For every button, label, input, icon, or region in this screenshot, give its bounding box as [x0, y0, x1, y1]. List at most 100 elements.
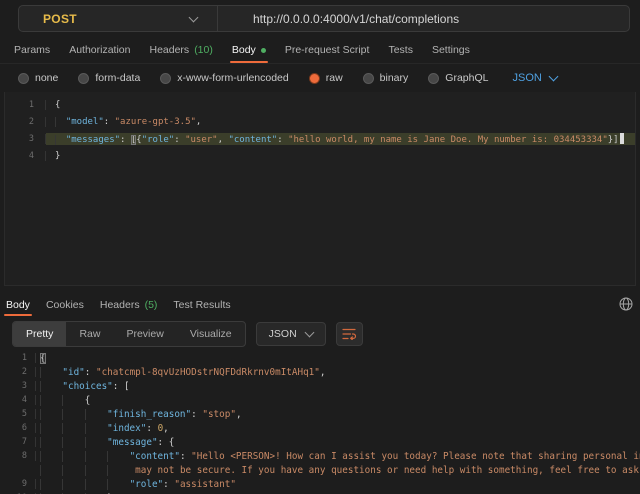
body-type-x-www-form-urlencoded[interactable]: x-www-form-urlencoded [160, 72, 288, 84]
radio-label: raw [326, 72, 343, 84]
code-line[interactable]: may not be secure. If you have any quest… [0, 463, 640, 477]
response-tabs: Body Cookies Headers (5) Test Results [0, 293, 610, 316]
code-text: "index": 0, [36, 423, 640, 434]
response-tab-cookies[interactable]: Cookies [46, 293, 84, 316]
line-number: 3 [5, 134, 46, 144]
code-line[interactable]: 6 "index": 0, [0, 421, 640, 435]
body-type-none[interactable]: none [18, 72, 58, 84]
tab-label: Headers [100, 299, 140, 311]
response-tab-body[interactable]: Body [6, 293, 30, 316]
line-number: 2 [0, 367, 36, 377]
code-text: "id": "chatcmpl-8qvUzHODstrNQFDdRkrnv0mI… [36, 367, 640, 378]
code-text: "model": "azure-gpt-3.5", [46, 117, 635, 127]
tab-label: Tests [388, 44, 413, 56]
request-tab-pre-request-script[interactable]: Pre-request Script [285, 37, 370, 63]
code-text: "finish_reason": "stop", [36, 409, 640, 420]
line-number: 8 [0, 451, 36, 461]
line-number: 7 [0, 437, 36, 447]
tab-label: Authorization [69, 44, 130, 56]
request-url-bar: POST http://0.0.0.0:4000/v1/chat/complet… [18, 5, 630, 32]
code-line[interactable]: 5 "finish_reason": "stop", [0, 407, 640, 421]
tab-label: Settings [432, 44, 470, 56]
response-body-editor[interactable]: 1{2 "id": "chatcmpl-8qvUzHODstrNQFDdRkrn… [0, 349, 640, 494]
request-tab-tests[interactable]: Tests [388, 37, 413, 63]
body-type-graphql[interactable]: GraphQL [428, 72, 488, 84]
radio-icon [428, 73, 439, 84]
code-line[interactable]: 7 "message": { [0, 435, 640, 449]
body-type-form-data[interactable]: form-data [78, 72, 140, 84]
code-line[interactable]: 1{ [5, 96, 635, 113]
code-text: "message": { [36, 437, 640, 448]
request-tab-headers[interactable]: Headers (10) [149, 37, 212, 63]
request-tab-params[interactable]: Params [14, 37, 50, 63]
url-input[interactable]: http://0.0.0.0:4000/v1/chat/completions [218, 12, 459, 26]
code-text: { [46, 100, 635, 110]
view-preview[interactable]: Preview [113, 322, 176, 346]
code-text: } [46, 151, 635, 161]
code-line[interactable]: 3 "messages": [{"role": "user", "content… [5, 130, 635, 147]
line-number: 1 [5, 100, 46, 110]
code-line[interactable]: 2 "id": "chatcmpl-8qvUzHODstrNQFDdRkrnv0… [0, 365, 640, 379]
code-line[interactable]: 4 { [0, 393, 640, 407]
tab-label: Headers [149, 44, 189, 56]
chevron-down-icon [189, 12, 199, 22]
response-tab-headers[interactable]: Headers (5) [100, 293, 158, 316]
code-line[interactable]: 2 "model": "azure-gpt-3.5", [5, 113, 635, 130]
response-tab-test-results[interactable]: Test Results [173, 293, 230, 316]
radio-label: form-data [95, 72, 140, 84]
tab-label: Cookies [46, 299, 84, 311]
request-tab-authorization[interactable]: Authorization [69, 37, 130, 63]
code-text: { [36, 353, 640, 364]
body-present-dot [261, 48, 266, 53]
request-tab-body[interactable]: Body [232, 37, 266, 63]
body-type-row: none form-data x-www-form-urlencoded raw bin… [18, 66, 640, 90]
body-type-radios: none form-data x-www-form-urlencoded raw bin… [18, 72, 488, 84]
postman-window: POST http://0.0.0.0:4000/v1/chat/complet… [0, 0, 640, 494]
body-type-binary[interactable]: binary [363, 72, 409, 84]
view-raw[interactable]: Raw [66, 322, 113, 346]
radio-label: GraphQL [445, 72, 488, 84]
radio-label: binary [380, 72, 409, 84]
code-line[interactable]: 9 "role": "assistant" [0, 477, 640, 491]
method-selector[interactable]: POST [19, 6, 217, 31]
globe-icon[interactable] [619, 297, 633, 311]
code-text: "content": "Hello <PERSON>! How can I as… [36, 451, 640, 462]
chevron-down-icon [548, 72, 558, 82]
code-text: may not be secure. If you have any quest… [36, 465, 640, 476]
code-line[interactable]: 1{ [0, 351, 640, 365]
response-view-controls: PrettyRawPreviewVisualize JSON [12, 321, 363, 347]
radio-label: x-www-form-urlencoded [177, 72, 288, 84]
radio-icon [78, 73, 89, 84]
response-format-select[interactable]: JSON [256, 322, 326, 346]
tab-label: Pre-request Script [285, 44, 370, 56]
request-tabs: Params Authorization Headers (10) Body Pre-re… [0, 37, 640, 64]
wrap-text-button[interactable] [336, 322, 363, 346]
body-type-raw[interactable]: raw [309, 72, 343, 84]
radio-icon [160, 73, 171, 84]
view-toggle-group: PrettyRawPreviewVisualize [12, 321, 246, 347]
line-number: 9 [0, 479, 36, 489]
tab-label: Body [6, 299, 30, 311]
code-line[interactable]: 3 "choices": [ [0, 379, 640, 393]
tab-label: Body [232, 44, 256, 56]
code-line[interactable]: 4} [5, 147, 635, 164]
response-format-label: JSON [269, 328, 297, 340]
line-number: 3 [0, 381, 36, 391]
method-label: POST [43, 12, 77, 26]
code-line[interactable]: 8 "content": "Hello <PERSON>! How can I … [0, 449, 640, 463]
tab-count-badge: (10) [194, 44, 213, 56]
line-number: 4 [0, 395, 36, 405]
request-tab-settings[interactable]: Settings [432, 37, 470, 63]
line-number: 4 [5, 151, 46, 161]
view-visualize[interactable]: Visualize [177, 322, 245, 346]
line-number: 5 [0, 409, 36, 419]
radio-icon [363, 73, 374, 84]
raw-format-label: JSON [512, 72, 541, 84]
tab-count-badge: (5) [145, 299, 158, 311]
view-pretty[interactable]: Pretty [13, 322, 66, 346]
line-number: 6 [0, 423, 36, 433]
chevron-down-icon [304, 328, 314, 338]
code-text: { [36, 395, 640, 406]
request-body-editor[interactable]: 1{2 "model": "azure-gpt-3.5",3 "messages… [4, 92, 636, 286]
raw-format-select[interactable]: JSON [512, 72, 556, 84]
